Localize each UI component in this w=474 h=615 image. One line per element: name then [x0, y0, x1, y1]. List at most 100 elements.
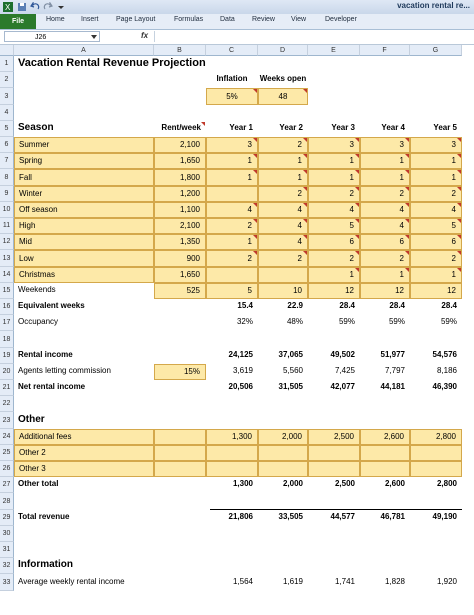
agents-commission-value[interactable]: 8,186	[410, 364, 462, 380]
other-2-value[interactable]	[360, 445, 410, 461]
row-header-5[interactable]: 5	[0, 121, 14, 137]
rent-per-week[interactable]: 1,650	[154, 153, 206, 169]
weeks-booked[interactable]: 1	[206, 169, 258, 186]
net-rental-income-value[interactable]: 42,077	[308, 380, 360, 396]
redo-icon[interactable]	[43, 2, 53, 12]
row-header-32[interactable]: 32	[0, 558, 14, 574]
save-icon[interactable]	[17, 2, 27, 12]
average-weekly-income-value[interactable]: 1,619	[258, 574, 308, 591]
weeks-booked[interactable]: 5	[410, 218, 462, 234]
column-header-a[interactable]: A	[14, 45, 154, 56]
net-rental-income-value[interactable]: 46,390	[410, 380, 462, 396]
weeks-booked[interactable]: 3	[206, 137, 258, 153]
row-header-11[interactable]: 11	[0, 218, 14, 234]
column-header-b[interactable]: B	[154, 45, 206, 56]
tab-home[interactable]: Home	[46, 16, 65, 23]
other-3-value[interactable]	[308, 461, 360, 477]
row-header-10[interactable]: 10	[0, 202, 14, 218]
tab-view[interactable]: View	[291, 16, 306, 23]
weeks-booked[interactable]: 12	[410, 283, 462, 299]
additional-fees-value[interactable]: 2,600	[360, 429, 410, 445]
row-header-4[interactable]: 4	[0, 105, 14, 121]
year-header[interactable]: Year 4	[360, 121, 410, 137]
rent-per-week[interactable]: 2,100	[154, 218, 206, 234]
rent-per-week[interactable]: 1,650	[154, 267, 206, 283]
total-revenue-label[interactable]: Total revenue	[14, 510, 154, 526]
weeks-booked[interactable]: 1	[360, 153, 410, 169]
equivalent-weeks-label[interactable]: Equivalent weeks	[14, 299, 154, 315]
weeks-booked[interactable]: 4	[360, 218, 410, 234]
agents-commission-value[interactable]: 5,560	[258, 364, 308, 380]
occupancy-value[interactable]: 59%	[410, 315, 462, 331]
weeks-booked[interactable]: 1	[308, 267, 360, 283]
weeks-booked[interactable]: 2	[258, 137, 308, 153]
row-header-26[interactable]: 26	[0, 461, 14, 477]
sheet-title[interactable]: Vacation Rental Revenue Projection	[14, 56, 308, 72]
occupancy-value[interactable]: 59%	[308, 315, 360, 331]
rental-income-label[interactable]: Rental income	[14, 348, 154, 364]
weeks-booked[interactable]: 2	[308, 250, 360, 267]
weeks-booked[interactable]	[206, 267, 258, 283]
row-header-30[interactable]: 30	[0, 526, 14, 542]
weeks-booked[interactable]: 1	[360, 267, 410, 283]
chevron-down-icon[interactable]	[91, 34, 97, 40]
rental-income-value[interactable]: 24,125	[206, 348, 258, 364]
tab-review[interactable]: Review	[252, 16, 275, 23]
weeks-booked[interactable]: 4	[410, 202, 462, 218]
occupancy-label[interactable]: Occupancy	[14, 315, 154, 331]
weeks-booked[interactable]: 6	[360, 234, 410, 250]
total-revenue-value[interactable]: 33,505	[258, 510, 308, 526]
season-name[interactable]: Christmas	[14, 267, 154, 283]
occupancy-value[interactable]: 32%	[206, 315, 258, 331]
row-header-12[interactable]: 12	[0, 234, 14, 250]
additional-fees-value[interactable]: 1,300	[206, 429, 258, 445]
season-name[interactable]: Winter	[14, 186, 154, 202]
customize-toolbar-icon[interactable]	[56, 2, 66, 12]
other-2-value[interactable]	[308, 445, 360, 461]
row-header-2[interactable]: 2	[0, 72, 14, 88]
tab-data[interactable]: Data	[220, 16, 235, 23]
rent-per-week[interactable]: 2,100	[154, 137, 206, 153]
formula-input[interactable]	[154, 31, 473, 42]
tab-developer[interactable]: Developer	[325, 16, 357, 23]
average-weekly-income-value[interactable]: 1,920	[410, 574, 462, 591]
average-weekly-income-label[interactable]: Average weekly rental income	[14, 574, 154, 591]
season-header[interactable]: Season	[14, 121, 154, 137]
weeks-booked[interactable]: 2	[258, 186, 308, 202]
equivalent-weeks-value[interactable]: 28.4	[308, 299, 360, 315]
average-weekly-income-value[interactable]: 1,741	[308, 574, 360, 591]
row-header-16[interactable]: 16	[0, 299, 14, 315]
weeks-open-input[interactable]: 48	[258, 88, 308, 105]
column-header-e[interactable]: E	[308, 45, 360, 56]
year-header[interactable]: Year 5	[410, 121, 462, 137]
rent-per-week[interactable]: 1,800	[154, 169, 206, 186]
rent-per-week[interactable]: 1,200	[154, 186, 206, 202]
equivalent-weeks-value[interactable]: 15.4	[206, 299, 258, 315]
weeks-booked[interactable]: 4	[258, 234, 308, 250]
agents-commission-value[interactable]: 7,797	[360, 364, 410, 380]
weeks-booked[interactable]: 12	[360, 283, 410, 299]
weeks-booked[interactable]: 4	[360, 202, 410, 218]
weeks-booked[interactable]: 1	[206, 234, 258, 250]
row-header-6[interactable]: 6	[0, 137, 14, 153]
rent-per-week[interactable]: 900	[154, 250, 206, 267]
weeks-booked[interactable]: 4	[258, 218, 308, 234]
column-header-d[interactable]: D	[258, 45, 308, 56]
row-header-23[interactable]: 23	[0, 412, 14, 429]
row-header-3[interactable]: 3	[0, 88, 14, 105]
weeks-booked[interactable]: 2	[206, 218, 258, 234]
additional-fees-value[interactable]: 2,000	[258, 429, 308, 445]
rent-week-header[interactable]: Rent/week	[154, 121, 206, 137]
weeks-booked[interactable]: 12	[308, 283, 360, 299]
inflation-input[interactable]: 5%	[206, 88, 258, 105]
weeks-booked[interactable]: 2	[308, 186, 360, 202]
weeks-booked[interactable]: 6	[410, 234, 462, 250]
row-header-8[interactable]: 8	[0, 169, 14, 186]
weeks-booked[interactable]: 4	[206, 202, 258, 218]
other-2-value[interactable]	[258, 445, 308, 461]
tab-file[interactable]: File	[0, 14, 36, 29]
season-name[interactable]: Summer	[14, 137, 154, 153]
weeks-booked[interactable]: 2	[258, 250, 308, 267]
row-header-29[interactable]: 29	[0, 510, 14, 526]
weeks-booked[interactable]: 2	[360, 250, 410, 267]
